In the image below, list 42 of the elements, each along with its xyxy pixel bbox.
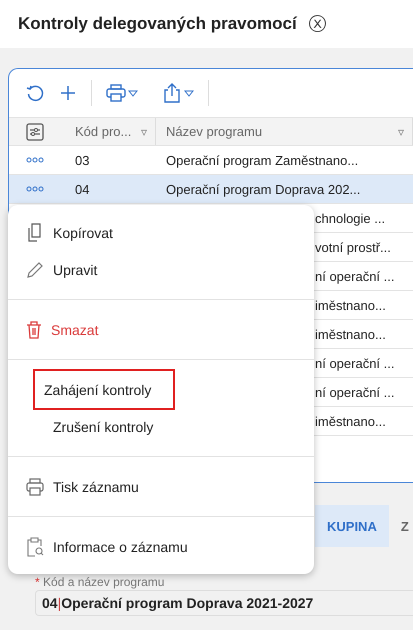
column-settings-icon[interactable] <box>26 122 44 140</box>
table-cell: iměstnano... <box>315 414 386 428</box>
table-cell-text: 03 <box>74 152 90 168</box>
share-icon[interactable] <box>162 83 194 103</box>
table-cell: ní operační ... <box>315 384 394 400</box>
printer-icon <box>26 478 44 496</box>
close-button[interactable]: ⓧ <box>308 15 327 33</box>
more-icon[interactable] <box>26 186 44 192</box>
trash-icon <box>26 320 42 338</box>
table-cell-text: Operační program Doprava 202... <box>165 182 362 196</box>
table-cell: votní prostř... <box>315 240 391 254</box>
table-cell-text: Operační program Zaměstnano... <box>165 152 360 168</box>
column-header[interactable]: Kód pro... ▿ <box>61 118 156 145</box>
menu-item[interactable]: Upravit <box>26 251 104 288</box>
menu-item[interactable]: Kopírovat <box>26 214 119 251</box>
input-field[interactable]: 04|Operační program Doprava 2021-2027 <box>35 590 413 616</box>
tab[interactable]: KUPINA <box>315 505 389 547</box>
menu-item[interactable]: Zahájení kontroly <box>35 371 174 408</box>
table-cell: ní operační ... <box>315 268 394 284</box>
column-header[interactable]: Název programu ▿ <box>156 118 413 145</box>
table-cell: chnologie ... <box>315 210 386 226</box>
more-icon[interactable] <box>26 157 44 163</box>
document-search-icon <box>26 536 44 556</box>
printer-icon[interactable] <box>106 84 138 102</box>
required-mark: * <box>35 575 40 589</box>
refresh-icon[interactable] <box>25 83 45 103</box>
table-row[interactable]: 04 Operační program Doprava 202... <box>9 175 413 204</box>
table-cell: iměstnano... <box>315 326 386 342</box>
field-label-text: Kód a název programu <box>43 575 164 589</box>
add-icon[interactable] <box>59 84 77 102</box>
menu-item[interactable]: Informace o záznamu <box>26 528 194 565</box>
pencil-icon <box>26 260 44 278</box>
sort-icon[interactable]: ▿ <box>398 124 404 138</box>
menu-item[interactable]: Smazat <box>26 311 104 348</box>
table-cell: ní operační ... <box>315 356 394 370</box>
menu-item[interactable]: Tisk záznamu <box>26 468 145 505</box>
tab[interactable]: Z <box>388 505 413 547</box>
sort-icon[interactable]: ▿ <box>141 124 147 138</box>
menu-item[interactable]: Zrušení kontroly <box>26 408 160 445</box>
table-cell-text: 04 <box>74 182 90 196</box>
table-cell: iměstnano... <box>315 298 386 312</box>
window-title: Kontroly delegovaných pravomocí <box>18 14 297 34</box>
